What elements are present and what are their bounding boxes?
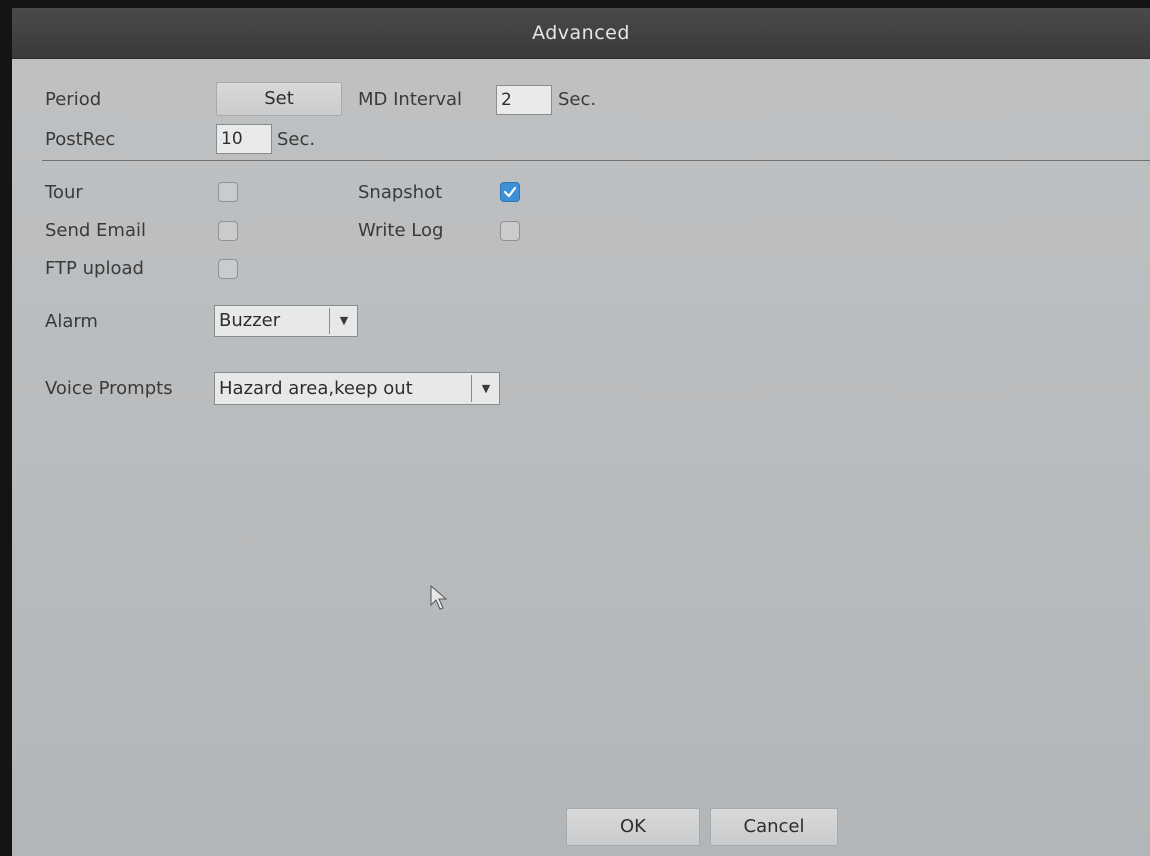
- postrec-input[interactable]: 10: [216, 124, 272, 154]
- check-icon: [503, 186, 517, 198]
- ftp-upload-label: FTP upload: [45, 258, 144, 279]
- title-bar: Advanced: [12, 8, 1150, 59]
- period-label: Period: [45, 89, 102, 110]
- snapshot-label: Snapshot: [358, 182, 443, 203]
- md-interval-label: MD Interval: [358, 89, 463, 110]
- md-interval-input[interactable]: 2: [496, 85, 552, 115]
- dialog-title: Advanced: [532, 22, 630, 44]
- screen-frame: Advanced Period Set MD Interval 2 Sec. P…: [0, 0, 1150, 856]
- tour-label: Tour: [45, 182, 83, 203]
- alarm-selected-value: Buzzer: [219, 310, 281, 331]
- ftp-upload-checkbox[interactable]: [218, 259, 238, 279]
- snapshot-checkbox[interactable]: [500, 182, 520, 202]
- cancel-button[interactable]: Cancel: [710, 808, 838, 846]
- voice-prompts-label: Voice Prompts: [45, 378, 173, 399]
- send-email-label: Send Email: [45, 220, 146, 241]
- dropdown-arrow-icon: ▼: [329, 308, 358, 334]
- advanced-dialog: Advanced Period Set MD Interval 2 Sec. P…: [12, 8, 1150, 856]
- postrec-unit: Sec.: [277, 129, 316, 150]
- mouse-pointer-icon: [430, 585, 448, 610]
- md-interval-unit: Sec.: [558, 89, 597, 110]
- section-divider: [42, 160, 1150, 161]
- alarm-select[interactable]: Buzzer ▼: [214, 305, 358, 337]
- dropdown-arrow-icon: ▼: [471, 375, 500, 402]
- postrec-label: PostRec: [45, 129, 116, 150]
- alarm-label: Alarm: [45, 311, 98, 332]
- voice-prompts-select[interactable]: Hazard area,keep out ▼: [214, 372, 500, 405]
- tour-checkbox[interactable]: [218, 182, 238, 202]
- period-set-button[interactable]: Set: [216, 82, 342, 116]
- voice-prompts-selected-value: Hazard area,keep out: [219, 378, 413, 399]
- write-log-checkbox[interactable]: [500, 221, 520, 241]
- send-email-checkbox[interactable]: [218, 221, 238, 241]
- write-log-label: Write Log: [358, 220, 444, 241]
- ok-button[interactable]: OK: [566, 808, 700, 846]
